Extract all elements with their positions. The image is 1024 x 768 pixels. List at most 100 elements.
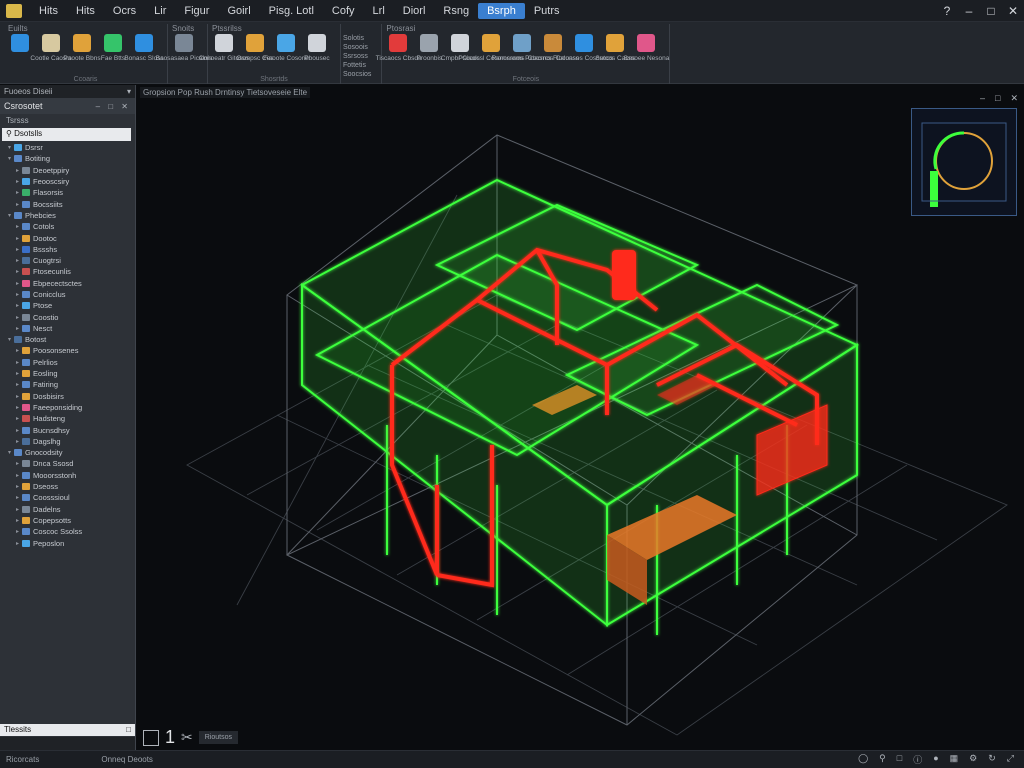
tree-node[interactable]: ▸ Coscoc Ssolss <box>2 526 135 537</box>
ribbon-button[interactable]: Conoeatr Gitosos <box>199 34 249 62</box>
tree-node[interactable]: ▸ Ptose <box>2 300 135 311</box>
ribbon-group-footer: Fotceois <box>512 76 540 83</box>
tree-node[interactable]: ▸ Bssshs <box>2 244 135 255</box>
tree-node[interactable]: ▸ Peposlon <box>2 537 135 548</box>
panel-footer-field[interactable]: Tlessits □ <box>0 724 135 736</box>
tree-search-input[interactable]: ⚲ Dsotslls <box>2 128 131 141</box>
tree-node[interactable]: ▸ Conicclus <box>2 289 135 300</box>
ribbon-small-option[interactable]: Fottetis <box>343 61 371 70</box>
tree-node[interactable]: ▸ Hadsteng <box>2 413 135 424</box>
info-icon[interactable]: ⓘ <box>913 753 922 766</box>
tree-node[interactable]: ▸ Dseoss <box>2 481 135 492</box>
viewport-close-icon[interactable]: ✕ <box>1010 93 1018 104</box>
menu-item-8[interactable]: Lrl <box>364 3 394 19</box>
ribbon-button[interactable]: Paoote Bbns <box>63 34 101 62</box>
settings-icon[interactable]: ⚙ <box>969 753 977 766</box>
footer-expand-icon[interactable]: □ <box>126 725 131 734</box>
ribbon-button[interactable]: Tiscaocs Cbsds <box>376 34 421 62</box>
tree-node[interactable]: ▸ Bucnsdhsy <box>2 424 135 435</box>
tree-node[interactable]: ▸ Feooscsiry <box>2 176 135 187</box>
maximize-icon[interactable]: □ <box>980 2 1002 20</box>
status-bar: Ricorcats Onneq Deoots ◯ ⚲ □ ⓘ ● ▦ ⚙ ↻ ⤢ <box>0 750 1024 768</box>
search-icon <box>11 34 29 52</box>
tree-node[interactable]: ▸ Coostio <box>2 311 135 322</box>
viewport-restore-icon[interactable]: □ <box>995 93 1000 104</box>
menu-item-0[interactable]: Hits <box>30 3 67 19</box>
menu-item-11[interactable]: Bsrph <box>478 2 525 19</box>
tree-node[interactable]: ▸ Pelrlios <box>2 357 135 368</box>
tree-node-label: Fatiring <box>33 380 59 390</box>
tree-node[interactable]: ▸ Eosling <box>2 368 135 379</box>
tree-node[interactable]: ▸ Dadelns <box>2 504 135 515</box>
tree-node[interactable]: ▸ Ebpecectsctes <box>2 278 135 289</box>
panel-window-buttons[interactable]: – □ ✕ <box>96 102 131 111</box>
menu-item-2[interactable]: Ocrs <box>104 3 145 19</box>
cut-icon[interactable]: ✂ <box>181 729 193 746</box>
clock-icon[interactable]: ◯ <box>858 753 868 766</box>
view-cube-minimap[interactable] <box>911 108 1017 216</box>
ribbon-button[interactable]: Baosasaea Picalnis <box>156 34 212 62</box>
ribbon-button[interactable]: Pbousec <box>303 34 331 62</box>
menu-item-3[interactable]: Lir <box>145 3 175 19</box>
rotate-icon[interactable]: ↻ <box>988 753 996 766</box>
tree-node[interactable]: ▸ Poosonsenes <box>2 345 135 356</box>
menu-item-7[interactable]: Cofy <box>323 3 364 19</box>
ribbon-button[interactable]: Caloasos Coscsoos <box>556 34 613 62</box>
tree-node[interactable]: ▸ Coosssioul <box>2 492 135 503</box>
tree-node[interactable]: ▸ Dootoc <box>2 232 135 243</box>
tree-node[interactable]: ▸ Mooorsstonh <box>2 470 135 481</box>
tree-node[interactable]: ▸ Nesct <box>2 323 135 334</box>
tree-node[interactable]: ▸ Copepsotts <box>2 515 135 526</box>
menu-item-6[interactable]: Pisg. Lotl <box>260 3 323 19</box>
viewport-minimize-icon[interactable]: – <box>980 93 985 104</box>
tree-node[interactable]: ▸ Cuogtrsi <box>2 255 135 266</box>
snap-icon[interactable]: ⚲ <box>879 753 886 766</box>
menu-items: Hits Hits Ocrs Lir Figur Goirl Pisg. Lotl Cofy L… <box>30 2 569 19</box>
ribbon-button[interactable]: Fiaoote Cosorie <box>263 34 309 62</box>
ribbon-button[interactable]: Bonasc Sloss <box>124 34 164 62</box>
tree-node[interactable]: ▾ Botiting <box>2 153 135 164</box>
menu-item-1[interactable]: Hits <box>67 3 104 19</box>
tree-node[interactable]: ▾ Phebcies <box>2 210 135 221</box>
help-icon[interactable]: ? <box>936 2 958 20</box>
3d-model-scene[interactable] <box>137 85 1024 750</box>
menu-item-10[interactable]: Rsng <box>434 3 478 19</box>
view-frame-icon[interactable] <box>143 729 159 746</box>
ribbon-button[interactable]: Cootle Caosrs <box>30 34 72 62</box>
window-controls: ? – □ ✕ <box>936 2 1024 20</box>
ribbon-small-option[interactable]: Solotis <box>343 34 371 43</box>
tree-node[interactable]: ▸ Dagslhg <box>2 436 135 447</box>
ribbon-small-option[interactable]: Soocsios <box>343 70 371 79</box>
tree-node[interactable]: ▸ Dnca Ssosd <box>2 458 135 469</box>
tree-node[interactable]: ▸ Dosbisirs <box>2 391 135 402</box>
tree-node[interactable]: ▸ Bocssiits <box>2 198 135 209</box>
tree-node[interactable]: ▾ Botost <box>2 334 135 345</box>
ortho-icon[interactable]: □ <box>897 753 902 766</box>
ribbon-small-option[interactable]: Ssrsoss <box>343 52 371 61</box>
ribbon-small-option[interactable]: Sosoois <box>343 43 371 52</box>
app-logo-icon[interactable] <box>6 3 22 18</box>
ribbon-button[interactable] <box>6 34 34 55</box>
close-window-icon[interactable]: ✕ <box>1002 2 1024 20</box>
menu-item-9[interactable]: Diorl <box>394 3 435 19</box>
ribbon-button[interactable]: Proonbis <box>415 34 443 62</box>
minimize-icon[interactable]: – <box>958 2 980 20</box>
menu-item-5[interactable]: Goirl <box>218 3 259 19</box>
ribbon-button[interactable]: Fae Btts <box>99 34 127 62</box>
tree-node[interactable]: ▾ Dsrsr <box>2 142 135 153</box>
panel-pin-icon[interactable]: ▾ <box>127 87 131 96</box>
tree-node[interactable]: ▾ Gnocodsity <box>2 447 135 458</box>
3d-viewport[interactable]: Gropsion Pop Rush Drntinsy Tietsoveseie … <box>137 85 1024 750</box>
tree-node[interactable]: ▸ Fatiring <box>2 379 135 390</box>
tree-node[interactable]: ▸ Cotols <box>2 221 135 232</box>
grid-icon[interactable]: ▦ <box>950 753 959 766</box>
lock-icon[interactable]: ● <box>933 753 938 766</box>
ribbon-button[interactable]: Sssoee Nesona <box>623 34 669 62</box>
menu-item-12[interactable]: Putrs <box>525 3 569 19</box>
menu-item-4[interactable]: Figur <box>175 3 218 19</box>
tree-node[interactable]: ▸ Faeeponsiding <box>2 402 135 413</box>
tree-node[interactable]: ▸ Flasorsis <box>2 187 135 198</box>
tree-node[interactable]: ▸ Deoetppiry <box>2 165 135 176</box>
tree-node[interactable]: ▸ Ftosecunlis <box>2 266 135 277</box>
fullscreen-icon[interactable]: ⤢ <box>1007 753 1014 766</box>
